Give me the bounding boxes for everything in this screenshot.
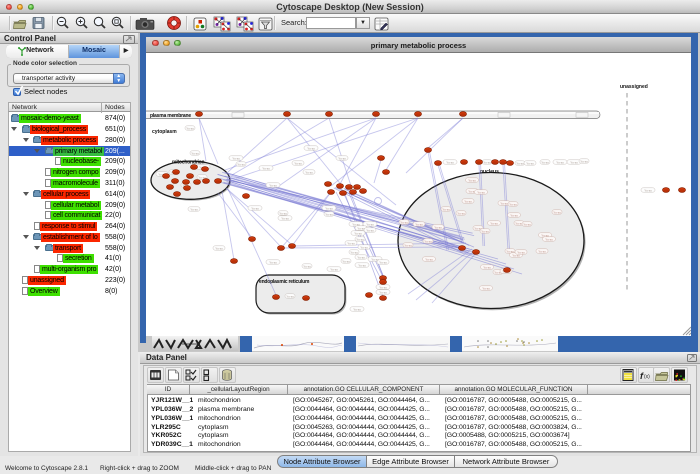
svg-text:Yx-xx: Yx-xx (279, 211, 287, 215)
svg-text:Yx-xx: Yx-xx (379, 260, 387, 264)
svg-text:Yx-xx: Yx-xx (366, 222, 374, 226)
svg-text:Yx-xx: Yx-xx (446, 160, 454, 164)
svg-text:Yx-xx: Yx-xx (541, 160, 549, 164)
svg-text:Yx-xx: Yx-xx (644, 188, 652, 192)
svg-text:Yx-xx: Yx-xx (434, 225, 442, 229)
svg-text:Yx-xx: Yx-xx (580, 159, 588, 163)
svg-text:Yx-xx: Yx-xx (538, 249, 546, 253)
svg-text:Yx-xx: Yx-xx (424, 239, 432, 243)
svg-text:Yx-xx: Yx-xx (483, 265, 491, 269)
svg-text:unassigned: unassigned (620, 84, 648, 90)
svg-text:Yx-xx: Yx-xx (232, 156, 240, 160)
svg-text:Yx-xx: Yx-xx (303, 264, 311, 268)
svg-text:Yx-xx: Yx-xx (517, 250, 525, 254)
svg-text:Yx-xx: Yx-xx (350, 250, 358, 254)
svg-text:Yx-xx: Yx-xx (404, 243, 412, 247)
svg-text:Yx-xx: Yx-xx (523, 222, 531, 226)
svg-text:Yx-xx: Yx-xx (305, 170, 313, 174)
svg-text:Yx-xx: Yx-xx (269, 183, 277, 187)
svg-text:Yx-xx: Yx-xx (442, 207, 450, 211)
svg-text:Yx-xx: Yx-xx (545, 237, 553, 241)
svg-text:Yx-xx: Yx-xx (294, 161, 302, 165)
svg-text:Yx-xx: Yx-xx (425, 257, 433, 261)
svg-text:Yx-xx: Yx-xx (186, 126, 194, 130)
svg-text:Yx-xx: Yx-xx (354, 231, 362, 235)
svg-text:Yx-xx: Yx-xx (286, 294, 294, 298)
svg-text:Yx-xx: Yx-xx (358, 263, 366, 267)
svg-text:Yx-xx: Yx-xx (353, 307, 361, 311)
svg-text:Yx-xx: Yx-xx (356, 237, 364, 241)
svg-text:Yx-xx: Yx-xx (338, 156, 346, 160)
svg-text:nucleus: nucleus (480, 169, 499, 175)
svg-text:Yx-xx: Yx-xx (366, 228, 374, 232)
svg-text:Yx-xx: Yx-xx (191, 151, 199, 155)
svg-text:cytoplasm: cytoplasm (152, 129, 177, 135)
svg-text:Yx-xx: Yx-xx (526, 161, 534, 165)
svg-text:Yx-xx: Yx-xx (347, 241, 355, 245)
svg-text:Yx-xx: Yx-xx (325, 212, 333, 216)
svg-text:Yx-xx: Yx-xx (468, 178, 476, 182)
svg-text:plasma membrane: plasma membrane (150, 113, 191, 119)
svg-text:(x): (x) (644, 374, 650, 380)
svg-text:Yx-xx: Yx-xx (360, 245, 368, 249)
svg-text:Yx-xx: Yx-xx (510, 213, 518, 217)
svg-text:Yx-xx: Yx-xx (357, 255, 365, 259)
svg-text:endoplasmic reticulum: endoplasmic reticulum (259, 279, 310, 285)
svg-text:Yx-xx: Yx-xx (325, 206, 333, 210)
svg-text:Yx-xx: Yx-xx (483, 160, 491, 164)
svg-text:Yx-xx: Yx-xx (262, 166, 270, 170)
svg-text:Yx-xx: Yx-xx (500, 201, 508, 205)
svg-text:Yx-xx: Yx-xx (490, 221, 498, 225)
svg-text:Yx-xx: Yx-xx (379, 290, 387, 294)
svg-text:Yx-xx: Yx-xx (477, 190, 485, 194)
svg-text:Yx-xx: Yx-xx (464, 199, 472, 203)
svg-text:Yx-xx: Yx-xx (481, 229, 489, 233)
svg-text:Yx-xx: Yx-xx (516, 161, 524, 165)
svg-text:Yx-xx: Yx-xx (330, 267, 338, 271)
svg-text:Yx-xx: Yx-xx (415, 222, 423, 226)
svg-text:mitochondrion: mitochondrion (172, 160, 205, 166)
svg-text:Yx-xx: Yx-xx (400, 220, 408, 224)
svg-text:Yx-xx: Yx-xx (251, 206, 259, 210)
svg-text:Yx-xx: Yx-xx (553, 210, 561, 214)
svg-text:Yx-xx: Yx-xx (190, 207, 198, 211)
svg-text:Yx-xx: Yx-xx (237, 162, 245, 166)
svg-text:Yx-xx: Yx-xx (457, 211, 465, 215)
svg-text:Yx-xx: Yx-xx (556, 160, 564, 164)
svg-text:Yx-xx: Yx-xx (509, 202, 517, 206)
svg-text:Yx-xx: Yx-xx (342, 259, 350, 263)
svg-text:Yx-xx: Yx-xx (281, 216, 289, 220)
svg-text:Yx-xx: Yx-xx (482, 286, 490, 290)
svg-text:Yx-xx: Yx-xx (215, 246, 223, 250)
svg-text:Yx-xx: Yx-xx (269, 260, 277, 264)
svg-text:Yx-xx: Yx-xx (379, 285, 387, 289)
svg-text:Yx-xx: Yx-xx (570, 160, 578, 164)
svg-text:Yx-xx: Yx-xx (307, 146, 315, 150)
